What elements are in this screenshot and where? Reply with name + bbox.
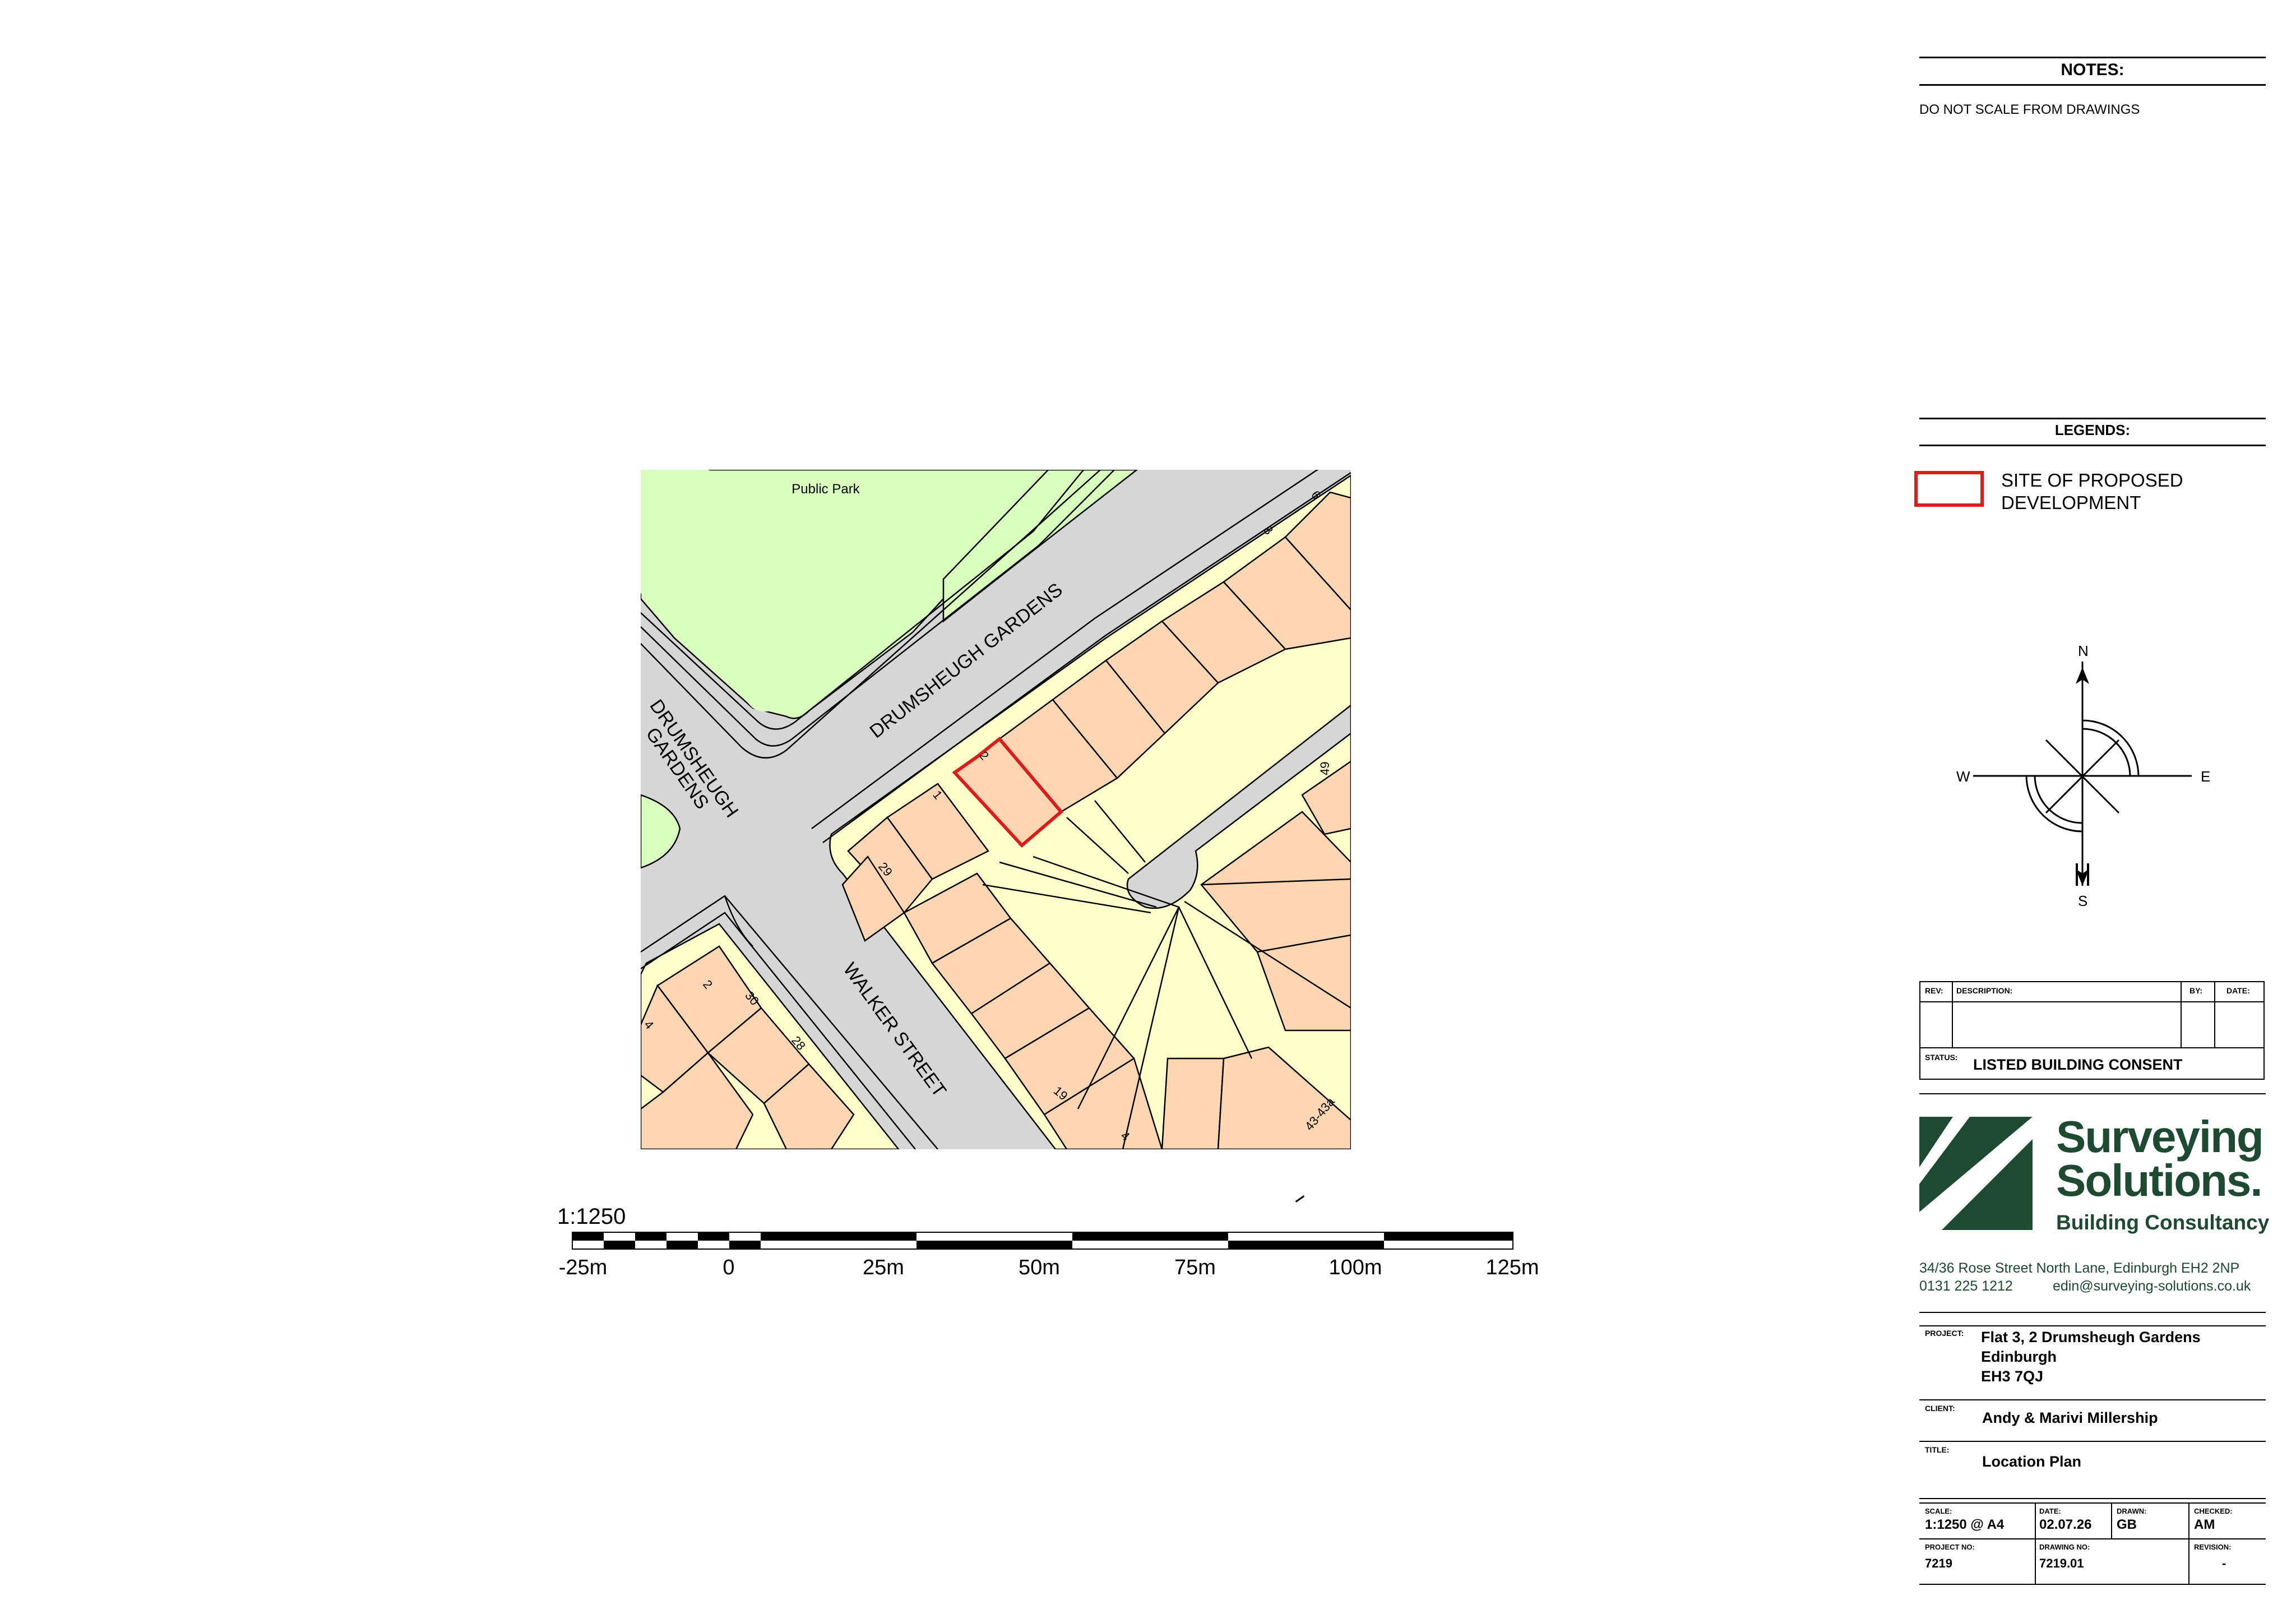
stray-mark [1295, 1195, 1305, 1203]
scale-bar-graphic [572, 1232, 1513, 1250]
scale-tick: 75m [1174, 1256, 1216, 1279]
revision-label: REVISION: [2194, 1543, 2232, 1551]
legend-site-label-1: SITE OF PROPOSED [2001, 470, 2183, 491]
project-line-1: Flat 3, 2 Drumsheugh Gardens [1981, 1329, 2201, 1345]
company-email: edin@surveying-solutions.co.uk [2053, 1278, 2251, 1294]
legend-site-label-2: DEVELOPMENT [2001, 492, 2141, 513]
scale-tick: 25m [863, 1256, 904, 1279]
compass-s: S [2078, 893, 2088, 909]
rev-header: REV: [1925, 986, 1943, 995]
by-header: BY: [2189, 986, 2203, 995]
client-label: CLIENT: [1925, 1404, 1955, 1413]
notes-text: DO NOT SCALE FROM DRAWINGS [1919, 102, 2140, 117]
revision-value: - [2222, 1556, 2226, 1570]
drawing-no-label: DRAWING NO: [2039, 1543, 2090, 1551]
description-header: DESCRIPTION: [1956, 986, 2013, 995]
legends-rule-bottom [1919, 445, 2266, 446]
house-number: 49 [1318, 762, 1332, 775]
drawn-label: DRAWN: [2117, 1507, 2147, 1515]
legends-heading: LEGENDS: [2054, 422, 2131, 438]
notes-heading: NOTES: [2061, 61, 2124, 79]
title-label: TITLE: [1925, 1445, 1950, 1454]
compass-w: W [1956, 768, 1970, 785]
compass-n: N [2078, 642, 2089, 659]
scale-label: SCALE: [1925, 1507, 1952, 1515]
status-value: LISTED BUILDING CONSENT [1973, 1056, 2183, 1073]
company-address: 34/36 Rose Street North Lane, Edinburgh … [1919, 1260, 2240, 1276]
location-map: Public Park DRUMSHEUGH GARDENS DRUMSHEUG… [641, 470, 1351, 1149]
compass-e: E [2201, 768, 2211, 785]
scale-tick: 0 [723, 1256, 735, 1279]
client-value: Andy & Marivi Millership [1982, 1409, 2158, 1426]
north-arrow-icon [1973, 662, 2192, 886]
drawn-value: GB [2117, 1517, 2137, 1532]
map-canvas: Public Park DRUMSHEUGH GARDENS DRUMSHEUG… [641, 470, 1351, 1149]
date-label: DATE: [2039, 1507, 2061, 1515]
scale-bar [572, 1232, 1513, 1254]
company-name-2: Solutions. [2056, 1155, 2263, 1205]
scale-tick: -25m [558, 1256, 608, 1279]
company-logo-graphic [1919, 1117, 2033, 1230]
scale-tick: 125m [1485, 1256, 1539, 1279]
checked-label: CHECKED: [2194, 1507, 2233, 1515]
legends-rule-top [1919, 418, 2266, 419]
scale-value: 1:1250 @ A4 [1925, 1517, 2005, 1532]
legend-site-swatch [1914, 471, 1984, 507]
status-label: STATUS: [1925, 1053, 1958, 1062]
notes-rule-top [1919, 57, 2266, 58]
park-label: Public Park [791, 482, 860, 497]
scale-ratio: 1:1250 [557, 1204, 626, 1229]
scale-tick: 50m [1019, 1256, 1060, 1279]
date-value: 02.07.26 [2039, 1517, 2092, 1532]
company-logo-icon [1919, 1117, 2033, 1230]
drawing-no-value: 7219.01 [2039, 1556, 2084, 1570]
project-no-value: 7219 [1925, 1556, 1952, 1570]
compass-rose [1962, 639, 2209, 908]
project-line-2: Edinburgh [1981, 1348, 2057, 1365]
scale-tick: 100m [1328, 1256, 1382, 1279]
project-no-label: PROJECT NO: [1925, 1543, 1975, 1551]
project-line-3: EH3 7QJ [1981, 1368, 2044, 1385]
company-tagline: Building Consultancy [2056, 1211, 2270, 1234]
company-phone: 0131 225 1212 [1919, 1278, 2013, 1294]
project-label: PROJECT: [1925, 1329, 1964, 1338]
title-value: Location Plan [1982, 1453, 2082, 1470]
checked-value: AM [2194, 1517, 2215, 1532]
date-header: DATE: [2226, 986, 2250, 995]
notes-rule-bottom [1919, 84, 2266, 86]
